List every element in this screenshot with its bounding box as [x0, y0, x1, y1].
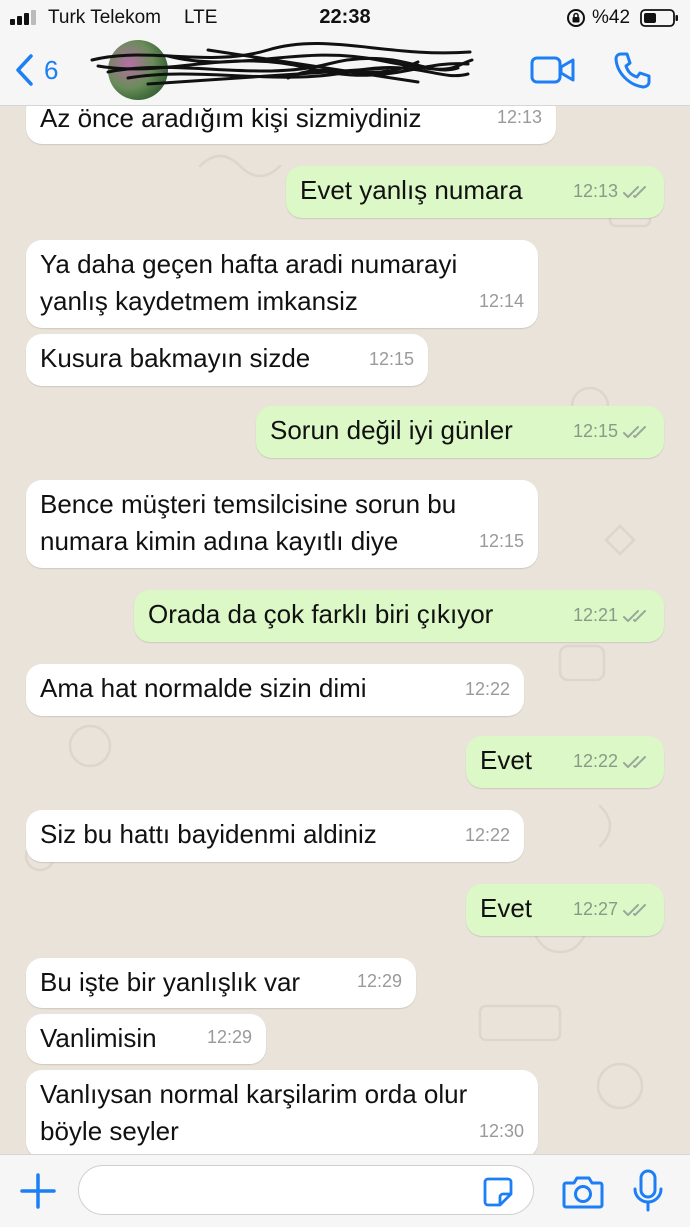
message-meta: 12:22 — [465, 671, 510, 708]
message-time: 12:29 — [356, 971, 402, 991]
message-meta: 12:29 — [207, 1019, 252, 1056]
message-time: 12:13 — [572, 181, 618, 201]
microphone-icon[interactable] — [632, 1169, 664, 1213]
message-meta: 12:22 — [465, 817, 510, 854]
double-check-icon — [623, 609, 646, 622]
message-time: 12:21 — [572, 605, 618, 625]
incoming-message[interactable]: Kusura bakmayın sizde 12:15 — [26, 334, 428, 386]
message-text: yanlış kaydetmem imkansiz — [40, 286, 358, 316]
incoming-message[interactable]: Az önce aradığım kişi sizmiydiniz 12:13 — [26, 106, 556, 144]
message-time: 12:15 — [478, 531, 524, 551]
video-call-icon[interactable] — [530, 54, 576, 86]
outgoing-message[interactable]: Evet yanlış numara 12:13 — [286, 166, 664, 218]
message-meta: 12:15 — [573, 413, 650, 450]
message-time: 12:22 — [464, 679, 510, 699]
outgoing-message[interactable]: Orada da çok farklı biri çıkıyor 12:21 — [134, 590, 664, 642]
sticker-icon[interactable] — [482, 1176, 514, 1208]
message-text: numara kimin adına kayıtlı diye — [40, 526, 399, 556]
outgoing-message[interactable]: Evet 12:27 — [466, 884, 664, 936]
incoming-message[interactable]: Bu işte bir yanlışlık var 12:29 — [26, 958, 416, 1008]
message-meta: 12:14 — [479, 283, 524, 320]
message-time: 12:29 — [206, 1027, 252, 1047]
message-meta: 12:29 — [357, 963, 402, 1000]
message-text: Az önce aradığım kişi sizmiydiniz — [40, 106, 422, 133]
chat-header: 6 — [0, 36, 690, 106]
message-time: 12:14 — [478, 291, 524, 311]
camera-icon[interactable] — [562, 1175, 604, 1209]
message-meta: 12:21 — [573, 597, 650, 634]
outgoing-message[interactable]: Evet 12:22 — [466, 736, 664, 788]
incoming-message[interactable]: Vanlıysan normal karşilarim orda olur böy… — [26, 1070, 538, 1154]
message-time: 12:27 — [572, 899, 618, 919]
redacted-contact-name[interactable] — [88, 38, 478, 102]
incoming-message[interactable]: Ya daha geçen hafta aradi numarayi yanlış… — [26, 240, 538, 328]
chat-area[interactable]: Az önce aradığım kişi sizmiydiniz 12:13 Ev… — [0, 106, 690, 1154]
message-text: Ama hat normalde sizin dimi — [40, 673, 367, 703]
message-time: 12:15 — [368, 349, 414, 369]
phone-icon[interactable] — [612, 50, 652, 90]
incoming-message[interactable]: Vanlimisin 12:29 — [26, 1014, 266, 1064]
double-check-icon — [623, 903, 646, 916]
message-text: böyle seyler — [40, 1116, 179, 1146]
message-time: 12:13 — [496, 107, 542, 127]
message-text: Ya daha geçen hafta aradi numarayi — [40, 249, 458, 279]
status-time: 22:38 — [319, 6, 371, 28]
incoming-message[interactable]: Siz bu hattı bayidenmi aldiniz 12:22 — [26, 810, 524, 862]
double-check-icon — [623, 755, 646, 768]
outgoing-message[interactable]: Sorun değil iyi günler 12:15 — [256, 406, 664, 458]
message-text: Vanlıysan normal karşilarim orda olur — [40, 1079, 468, 1109]
message-meta: 12:15 — [479, 523, 524, 560]
message-meta: 12:13 — [497, 106, 542, 136]
incoming-message[interactable]: Ama hat normalde sizin dimi 12:22 — [26, 664, 524, 716]
back-chevron-icon — [16, 54, 33, 86]
message-text: Bence müşteri temsilcisine sorun bu — [40, 489, 457, 519]
back-button[interactable]: 6 — [14, 50, 84, 90]
message-meta: 12:22 — [573, 743, 650, 780]
unread-count: 6 — [44, 54, 59, 85]
double-check-icon — [623, 185, 646, 198]
plus-icon[interactable] — [18, 1171, 58, 1211]
battery-percent: %42 — [592, 7, 631, 28]
message-input[interactable] — [78, 1165, 534, 1215]
incoming-message[interactable]: Bence müşteri temsilcisine sorun bu numar… — [26, 480, 538, 568]
message-text: Bu işte bir yanlışlık var — [40, 967, 301, 997]
message-time: 12:22 — [464, 825, 510, 845]
message-text: Kusura bakmayın sizde — [40, 343, 311, 373]
status-bar: Turk Telekom LTE 22:38 %42 — [0, 0, 690, 36]
message-meta: 12:27 — [573, 891, 650, 928]
message-time: 12:22 — [572, 751, 618, 771]
message-time: 12:15 — [572, 421, 618, 441]
battery-icon — [640, 9, 678, 27]
message-text: Siz bu hattı bayidenmi aldiniz — [40, 819, 377, 849]
message-meta: 12:30 — [479, 1113, 524, 1150]
double-check-icon — [623, 425, 646, 438]
message-time: 12:30 — [478, 1121, 524, 1141]
message-meta: 12:15 — [369, 341, 414, 378]
lock-rotation-icon — [567, 9, 585, 27]
composer-bar — [0, 1154, 690, 1227]
message-meta: 12:13 — [573, 173, 650, 210]
